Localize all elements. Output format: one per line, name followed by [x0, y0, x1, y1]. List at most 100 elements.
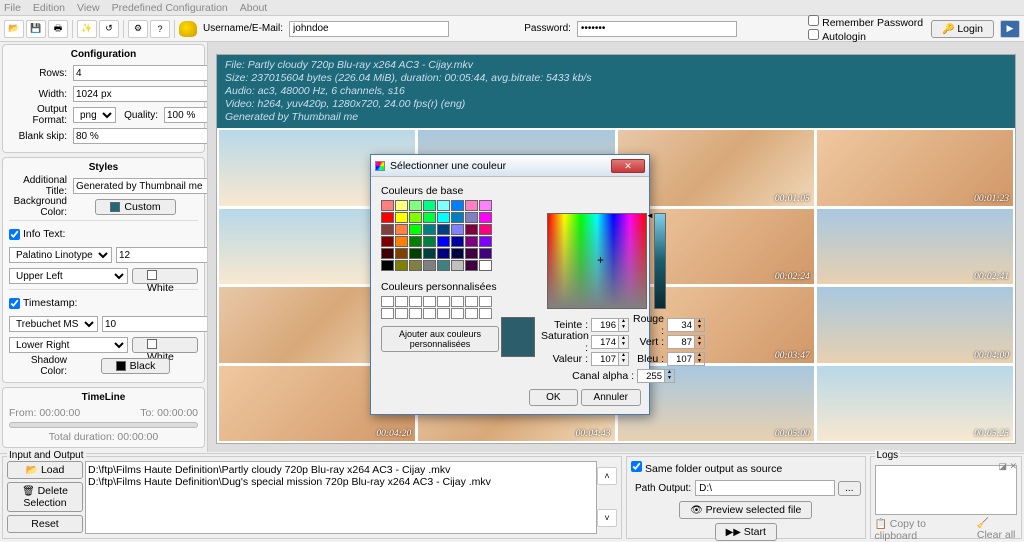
- color-swatch[interactable]: [423, 236, 436, 247]
- color-swatch[interactable]: [437, 212, 450, 223]
- info-pos-select[interactable]: Upper Left: [9, 268, 128, 284]
- color-swatch[interactable]: [423, 224, 436, 235]
- tool-open-icon[interactable]: 📂: [4, 20, 24, 38]
- blue-input[interactable]: [667, 352, 695, 366]
- login-button[interactable]: 🔑 Login: [931, 20, 994, 38]
- remember-checkbox[interactable]: Remember Password: [808, 15, 923, 29]
- menu-predef[interactable]: Predefined Configuration: [112, 2, 228, 14]
- color-swatch[interactable]: [409, 200, 422, 211]
- color-swatch[interactable]: [409, 212, 422, 223]
- shadow-color-button[interactable]: Black: [101, 358, 171, 374]
- red-input[interactable]: [667, 318, 695, 332]
- color-swatch[interactable]: [381, 260, 394, 271]
- bgcolor-button[interactable]: Custom: [95, 199, 175, 215]
- color-swatch[interactable]: [395, 212, 408, 223]
- rows-input[interactable]: [73, 65, 208, 81]
- file-list[interactable]: D:\ftp\Films Haute Definition\Partly clo…: [85, 461, 597, 534]
- list-item[interactable]: D:\ftp\Films Haute Definition\Partly clo…: [88, 464, 594, 476]
- list-item[interactable]: D:\ftp\Films Haute Definition\Dug's spec…: [88, 476, 594, 488]
- width-input[interactable]: [73, 86, 208, 102]
- browse-button[interactable]: ...: [838, 481, 860, 496]
- password-input[interactable]: [577, 21, 737, 37]
- color-swatch[interactable]: [479, 224, 492, 235]
- color-swatch[interactable]: [395, 236, 408, 247]
- log-textarea[interactable]: [875, 465, 1018, 515]
- timeline-slider[interactable]: [9, 422, 198, 428]
- green-input[interactable]: [667, 335, 695, 349]
- color-swatch[interactable]: [423, 248, 436, 259]
- color-swatch[interactable]: [451, 212, 464, 223]
- color-swatch[interactable]: [479, 200, 492, 211]
- info-font-select[interactable]: Palatino Linotype: [9, 247, 112, 263]
- tool-settings-icon[interactable]: ⚙: [128, 20, 148, 38]
- color-swatch[interactable]: [395, 248, 408, 259]
- time-size-input[interactable]: [102, 316, 208, 332]
- color-swatch[interactable]: [437, 260, 450, 271]
- color-swatch[interactable]: [465, 236, 478, 247]
- clear-button[interactable]: 🧹 Clear all: [977, 518, 1017, 542]
- color-gradient[interactable]: [547, 213, 647, 309]
- addtitle-input[interactable]: [73, 178, 208, 194]
- format-select[interactable]: png: [73, 107, 116, 123]
- color-swatch[interactable]: [409, 236, 422, 247]
- cancel-button[interactable]: Annuler: [581, 389, 641, 406]
- color-swatch[interactable]: [409, 260, 422, 271]
- menu-file[interactable]: File: [4, 2, 21, 14]
- time-pos-select[interactable]: Lower Right: [9, 337, 128, 353]
- color-swatch[interactable]: [465, 224, 478, 235]
- move-down-icon[interactable]: ˅: [597, 509, 617, 527]
- color-swatch[interactable]: [381, 248, 394, 259]
- go-button[interactable]: ▶: [1000, 20, 1020, 38]
- load-button[interactable]: 📂 Load: [7, 461, 83, 479]
- color-swatch[interactable]: [409, 248, 422, 259]
- copy-button[interactable]: 📋 Copy to clipboard: [875, 518, 947, 542]
- start-button[interactable]: ▶▶ Start: [715, 523, 777, 541]
- tool-save-icon[interactable]: 💾: [26, 20, 46, 38]
- color-swatch[interactable]: [479, 248, 492, 259]
- quality-input[interactable]: [164, 107, 208, 123]
- info-size-input[interactable]: [116, 247, 208, 263]
- color-swatch[interactable]: [437, 224, 450, 235]
- hue-input[interactable]: [591, 318, 619, 332]
- tool-help-icon[interactable]: ?: [150, 20, 170, 38]
- color-swatch[interactable]: [423, 260, 436, 271]
- add-custom-button[interactable]: Ajouter aux couleurs personnalisées: [381, 326, 499, 352]
- color-swatch[interactable]: [437, 248, 450, 259]
- color-swatch[interactable]: [395, 224, 408, 235]
- color-swatch[interactable]: [451, 236, 464, 247]
- blank-input[interactable]: [73, 128, 208, 144]
- sat-input[interactable]: [591, 335, 619, 349]
- hue-slider[interactable]: [654, 213, 666, 309]
- color-swatch[interactable]: [381, 224, 394, 235]
- tool-print-icon[interactable]: 🖶: [48, 20, 68, 38]
- val-input[interactable]: [591, 352, 619, 366]
- color-swatch[interactable]: [395, 260, 408, 271]
- color-swatch[interactable]: [409, 224, 422, 235]
- color-swatch[interactable]: [465, 212, 478, 223]
- autologin-checkbox[interactable]: Autologin: [808, 29, 923, 43]
- color-swatch[interactable]: [423, 200, 436, 211]
- preview-button[interactable]: 👁 Preview selected file: [679, 501, 812, 519]
- color-swatch[interactable]: [479, 260, 492, 271]
- color-swatch[interactable]: [451, 200, 464, 211]
- tool-refresh-icon[interactable]: ↺: [99, 20, 119, 38]
- time-font-select[interactable]: Trebuchet MS: [9, 316, 98, 332]
- timestamp-checkbox[interactable]: [9, 298, 20, 309]
- infotext-checkbox[interactable]: [9, 229, 20, 240]
- color-swatch[interactable]: [437, 236, 450, 247]
- color-swatch[interactable]: [423, 212, 436, 223]
- color-swatch[interactable]: [437, 200, 450, 211]
- color-swatch[interactable]: [479, 236, 492, 247]
- path-input[interactable]: [695, 480, 835, 496]
- color-swatch[interactable]: [381, 200, 394, 211]
- color-swatch[interactable]: [451, 260, 464, 271]
- menu-view[interactable]: View: [77, 2, 100, 14]
- menu-edition[interactable]: Edition: [33, 2, 65, 14]
- delete-button[interactable]: 🗑 Delete Selection: [7, 482, 83, 512]
- info-color-button[interactable]: White: [132, 268, 198, 284]
- move-up-icon[interactable]: ˄: [597, 467, 617, 485]
- alpha-input[interactable]: [637, 369, 665, 383]
- menu-about[interactable]: About: [240, 2, 267, 14]
- color-swatch[interactable]: [479, 212, 492, 223]
- color-swatch[interactable]: [395, 200, 408, 211]
